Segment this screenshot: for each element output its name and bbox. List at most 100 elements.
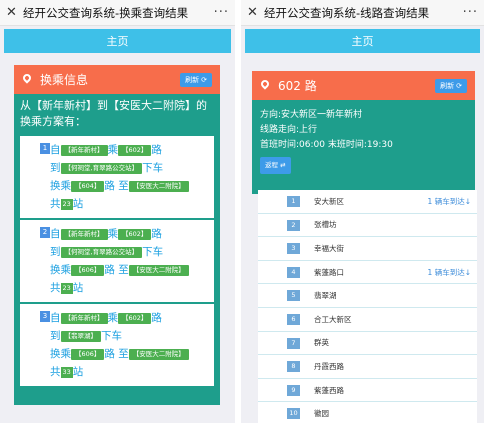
- arrival-status: 1 辆车到达↓: [428, 267, 471, 278]
- stop-index: 8: [287, 361, 300, 373]
- bus-line-tag: 【604】: [71, 181, 105, 192]
- title-bar: ✕ 经开公交查询系统-换乘查询结果 ···: [0, 0, 235, 26]
- plan-word: 路 至: [104, 348, 129, 360]
- route-times: 首班时间:06:00 末班时间:19:30: [260, 140, 393, 150]
- refresh-icon: ⟳: [201, 75, 207, 84]
- from-stop-tag: 【新年新村】: [60, 313, 108, 324]
- transfer-plan[interactable]: 1 自【新年新村】乘【602】路到【何祠堂,育翠路公交站】 下车 换乘 【604】路 至…: [20, 136, 214, 220]
- stop-row[interactable]: 6 合工大新区: [258, 308, 477, 332]
- plan-line: 到【翡翠湖】 下车: [50, 327, 208, 345]
- transfer-plan[interactable]: 2 自【新年新村】乘【602】路到【何祠堂,育翠路公交站】 下车 换乘 【606】路 至…: [20, 220, 214, 304]
- stop-name: 合工大新区: [314, 314, 352, 324]
- plan-line: 共 23 站: [50, 195, 208, 213]
- plan-word: 乘: [107, 228, 119, 240]
- stop-row[interactable]: 3 幸福大街: [258, 237, 477, 261]
- from-stop-tag: 【新年新村】: [60, 145, 108, 156]
- home-button[interactable]: 主页: [4, 29, 231, 53]
- card-header: 换乘信息 刷新 ⟳: [14, 65, 220, 94]
- stop-row[interactable]: 4 紫蓬路口 1 辆车到达↓: [258, 261, 477, 285]
- transfer-card: 换乘信息 刷新 ⟳ 从【新年新村】到【安医大二附院】的换乘方案有： 1 自【新年新…: [14, 65, 220, 405]
- stop-index: 2: [287, 219, 300, 231]
- stop-name: 群英: [314, 338, 329, 348]
- return-trip-button[interactable]: 返程 ⇄: [260, 157, 291, 174]
- refresh-button[interactable]: 刷新 ⟳: [180, 72, 212, 87]
- window-title: 经开公交查询系统-换乘查询结果: [23, 5, 189, 20]
- plan-word: 换乘: [50, 264, 71, 276]
- stop-row[interactable]: 7 群英: [258, 332, 477, 356]
- return-trip-label: 返程: [265, 161, 278, 169]
- stop-count: 23: [60, 199, 73, 210]
- stop-index: 5: [287, 290, 300, 302]
- stop-name: 徽园: [314, 409, 329, 419]
- section-title: 换乘信息: [40, 73, 89, 87]
- plan-word: 换乘: [50, 348, 71, 360]
- plan-line: 共 33 站: [50, 363, 208, 381]
- more-icon[interactable]: ···: [463, 5, 478, 20]
- transfer-plan[interactable]: 3 自【新年新村】乘【602】路到【翡翠湖】 下车 换乘 【606】路 至【安医大二附院…: [20, 304, 214, 388]
- stop-index: 3: [287, 243, 300, 255]
- plan-word: 到: [50, 246, 61, 258]
- plan-line: 换乘 【606】路 至【安医大二附院】: [50, 345, 208, 363]
- plan-word: 到: [50, 330, 61, 342]
- bus-line-tag: 【606】: [71, 265, 105, 276]
- stop-count: 23: [60, 283, 73, 294]
- plan-word: 路: [151, 312, 162, 324]
- stop-name: 幸福大街: [314, 243, 344, 253]
- swap-icon: ⇄: [280, 161, 286, 169]
- bus-line-tag: 【602】: [118, 313, 152, 324]
- plan-line: 换乘 【606】路 至【安医大二附院】: [50, 261, 208, 279]
- plan-word: 站: [72, 198, 84, 210]
- stop-row[interactable]: 5 翡翠湖: [258, 284, 477, 308]
- stop-row[interactable]: 8 丹霞西路: [258, 355, 477, 379]
- stop-name: 紫蓬西路: [314, 385, 344, 395]
- home-label: 主页: [351, 35, 374, 48]
- close-icon[interactable]: ✕: [6, 5, 20, 20]
- stop-list: 1 安大新区 1 辆车到达↓ 2 张槽坊 3 幸福大街 4 紫蓬路口 1 辆车到达↓ 5 翡翠湖 6 合工…: [258, 190, 477, 423]
- stop-row[interactable]: 2 张槽坊: [258, 214, 477, 238]
- route-result-panel: ✕ 经开公交查询系统-线路查询结果 ··· 主页 602 路 刷新 ⟳ 方向:安…: [241, 0, 484, 423]
- route-direction: 方向:安大新区一新年新村: [260, 110, 363, 120]
- plan-word: 共: [50, 366, 61, 378]
- arrow-down-icon: ↓: [464, 267, 471, 277]
- plan-word: 路 至: [104, 180, 129, 192]
- stop-name: 安大新区: [314, 196, 344, 206]
- bus-line-tag: 【602】: [118, 145, 152, 156]
- plan-word: 乘: [107, 312, 119, 324]
- plan-word: 自: [50, 228, 61, 240]
- plan-line: 到【何祠堂,育翠路公交站】 下车: [50, 159, 208, 177]
- plan-word: 乘: [107, 144, 119, 156]
- plan-line: 换乘 【604】路 至【安医大二附院】: [50, 177, 208, 195]
- stop-index: 10: [287, 408, 300, 420]
- stop-name: 张槽坊: [314, 220, 337, 230]
- refresh-label: 刷新: [185, 75, 200, 84]
- card-header: 602 路 刷新 ⟳: [252, 71, 475, 100]
- stop-name: 翡翠湖: [314, 291, 337, 301]
- stop-index: 7: [287, 337, 300, 349]
- plan-word: 自: [50, 312, 61, 324]
- stop-row[interactable]: 10 徽园: [258, 402, 477, 423]
- plan-word: 到: [50, 162, 61, 174]
- stop-row[interactable]: 9 紫蓬西路: [258, 379, 477, 403]
- arrival-text: 1 辆车到达: [427, 196, 465, 206]
- close-icon[interactable]: ✕: [247, 5, 261, 20]
- more-icon[interactable]: ···: [214, 5, 229, 20]
- stop-name: 丹霞西路: [314, 361, 344, 371]
- arrival-status: 1 辆车到达↓: [428, 196, 471, 207]
- plan-number: 1: [40, 143, 50, 154]
- from-stop-tag: 【新年新村】: [60, 229, 108, 240]
- stop-index: 6: [287, 313, 300, 325]
- plan-number: 2: [40, 227, 50, 238]
- location-pin-icon: [260, 80, 271, 91]
- plan-word: 下车: [142, 246, 164, 258]
- stop-row[interactable]: 1 安大新区 1 辆车到达↓: [258, 190, 477, 214]
- location-pin-icon: [22, 74, 33, 85]
- destination-tag: 【安医大二附院】: [128, 265, 189, 276]
- plan-line: 共 23 站: [50, 279, 208, 297]
- home-button[interactable]: 主页: [245, 29, 480, 53]
- refresh-button[interactable]: 刷新 ⟳: [435, 78, 467, 93]
- route-info: 方向:安大新区一新年新村 线路走向:上行 首班时间:06:00 末班时间:19:…: [252, 100, 475, 180]
- refresh-label: 刷新: [440, 81, 455, 90]
- stop-index: 9: [287, 384, 300, 396]
- route-card: 602 路 刷新 ⟳ 方向:安大新区一新年新村 线路走向:上行 首班时间:06:…: [252, 71, 475, 194]
- transfer-stop-tag: 【何祠堂,育翠路公交站】: [60, 247, 143, 258]
